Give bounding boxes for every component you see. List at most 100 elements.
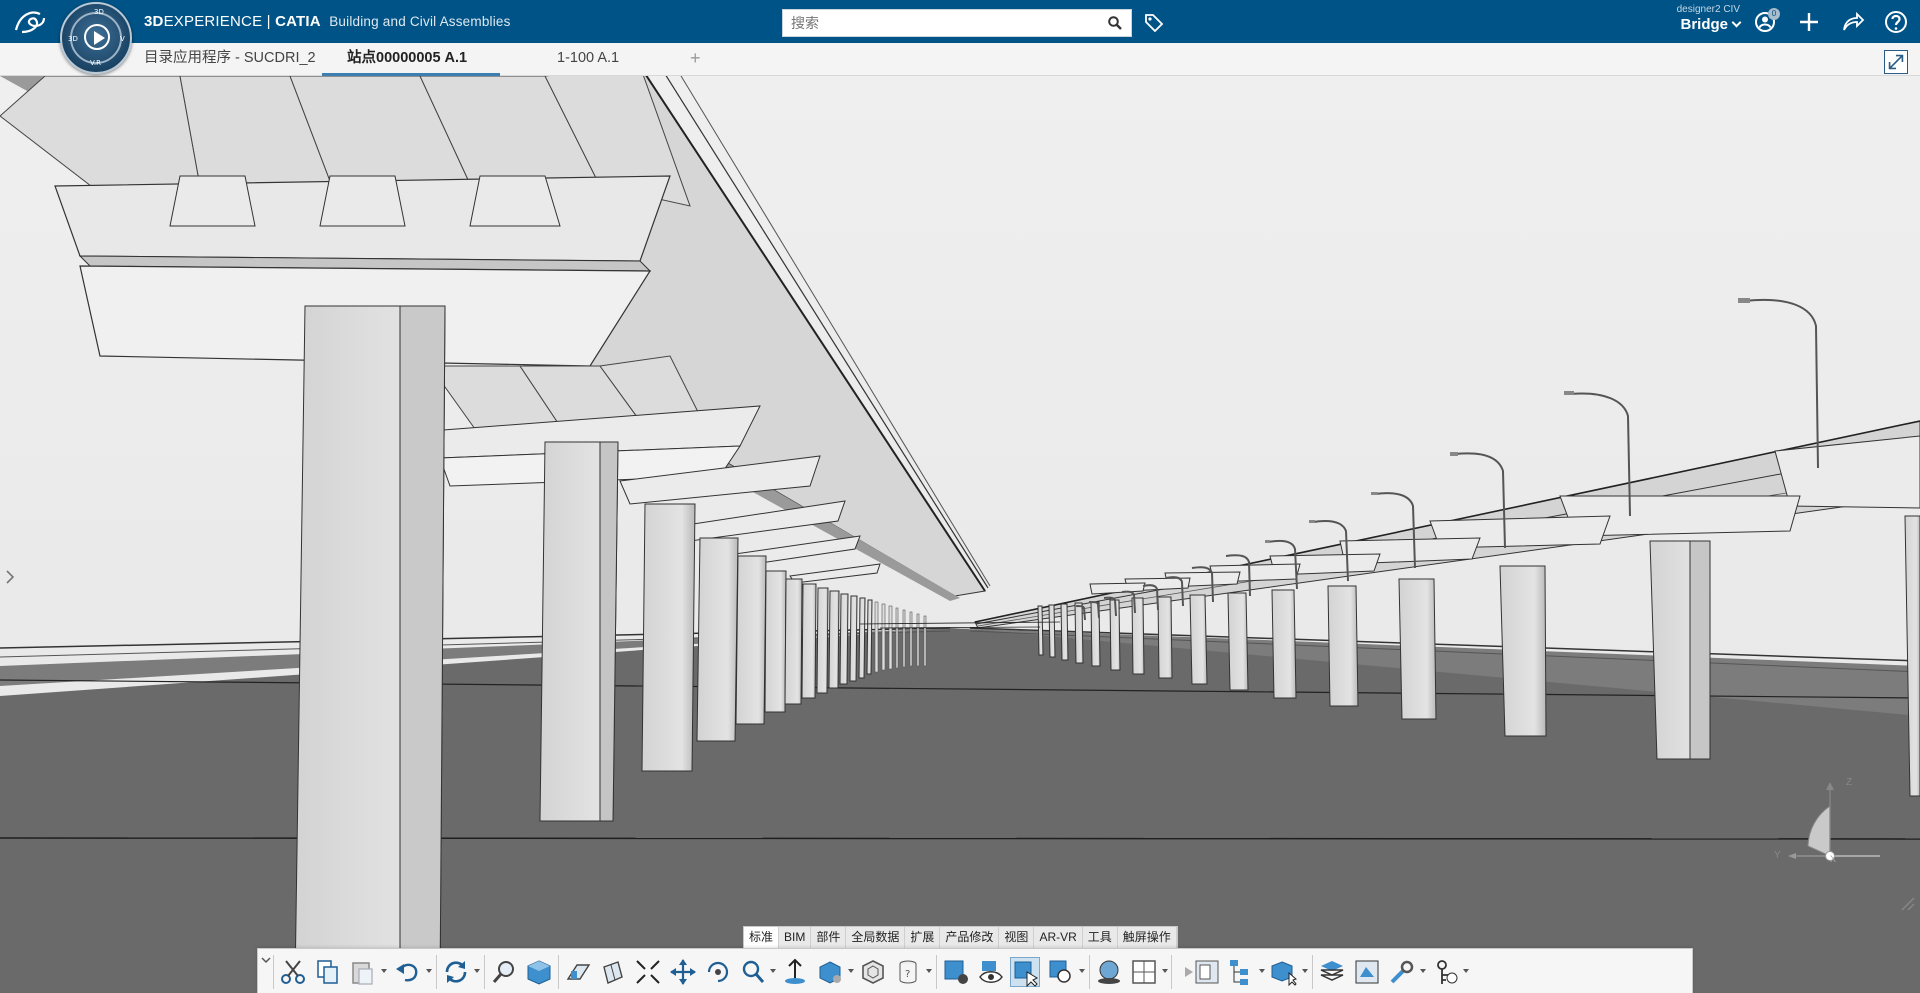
compass-left-label: 3D <box>68 35 78 43</box>
app-title: 3DEXPERIENCE | CATIA Building and Civil … <box>144 13 511 30</box>
tab-view[interactable]: 视图 <box>999 927 1035 948</box>
layers-icon[interactable] <box>1317 957 1347 987</box>
chevron-down-icon[interactable] <box>1731 17 1742 28</box>
undo-dropdown-icon[interactable] <box>426 969 432 973</box>
compass-top-label: 3D <box>94 8 104 16</box>
fullscreen-icon[interactable] <box>1884 50 1908 74</box>
measure-icon[interactable] <box>1046 957 1076 987</box>
tab-tools[interactable]: 工具 <box>1083 927 1118 948</box>
separator <box>936 955 937 989</box>
tab-1-100[interactable]: 1-100 A.1 <box>557 43 667 76</box>
collapse-toolbar-icon[interactable] <box>261 955 271 965</box>
tab-extension[interactable]: 扩展 <box>905 927 941 948</box>
separator <box>273 955 274 989</box>
hexagon-icon[interactable] <box>858 957 888 987</box>
share-icon[interactable] <box>1841 10 1865 34</box>
notification-badge: 0 <box>1768 8 1780 20</box>
options-icon[interactable] <box>1430 957 1460 987</box>
copy-icon[interactable] <box>313 957 343 987</box>
tab-bar: 目录应用程序 - SUCDRI_2 站点00000005 A.1 1-100 A… <box>0 43 1920 76</box>
brand-experience: EXPERIENCE | <box>163 13 276 30</box>
play-icon[interactable] <box>1174 957 1193 987</box>
wrench-dropdown-icon[interactable] <box>1420 969 1426 973</box>
wrench-icon[interactable] <box>1387 957 1417 987</box>
profile-icon[interactable]: 0 <box>1754 8 1780 34</box>
compass-bottom-label: V.R <box>90 59 101 67</box>
rotate-icon[interactable] <box>703 957 733 987</box>
tab-bim[interactable]: BIM <box>779 927 812 948</box>
render-icon[interactable] <box>815 957 845 987</box>
search-box <box>782 9 1132 37</box>
tab-global-data[interactable]: 全局数据 <box>846 927 906 948</box>
product-icon[interactable] <box>941 957 971 987</box>
tab-touch[interactable]: 触屏操作 <box>1118 927 1177 948</box>
separator <box>558 955 559 989</box>
resize-corner-icon[interactable] <box>1900 896 1916 912</box>
axis-x-label: X <box>1830 854 1837 864</box>
tab-ar-vr[interactable]: AR-VR <box>1034 927 1083 948</box>
view-icon[interactable] <box>1352 957 1382 987</box>
3d-box-icon[interactable] <box>524 957 554 987</box>
cylinder-help-icon[interactable]: ? <box>893 957 923 987</box>
undo-icon[interactable] <box>393 957 423 987</box>
measure-dropdown-icon[interactable] <box>1079 969 1085 973</box>
user-name: designer2 CIV <box>1676 4 1740 15</box>
cube-dropdown-icon[interactable] <box>1302 969 1308 973</box>
separator <box>1171 955 1172 989</box>
bim-icon[interactable] <box>1192 957 1222 987</box>
help-icon[interactable] <box>1884 10 1908 34</box>
dassault-logo-icon[interactable] <box>10 6 50 38</box>
separator <box>436 955 437 989</box>
zoom-fit-icon[interactable] <box>489 957 519 987</box>
options-dropdown-icon[interactable] <box>1463 969 1469 973</box>
svg-text:?: ? <box>905 969 910 980</box>
collab-space[interactable]: Bridge <box>1680 16 1728 33</box>
fly-icon[interactable] <box>780 957 810 987</box>
paste-dropdown-icon[interactable] <box>381 969 387 973</box>
brand-3d: 3D <box>144 13 164 30</box>
separator <box>484 955 485 989</box>
render-dropdown-icon[interactable] <box>848 969 854 973</box>
tab-product-modify[interactable]: 产品修改 <box>940 927 1000 948</box>
update-dropdown-icon[interactable] <box>474 969 480 973</box>
cut-icon[interactable] <box>278 957 308 987</box>
cube-select-icon[interactable] <box>1269 957 1299 987</box>
zoom-dropdown-icon[interactable] <box>770 969 776 973</box>
pan-icon[interactable] <box>668 957 698 987</box>
add-tab-button[interactable]: + <box>690 48 701 69</box>
search-zoom-icon[interactable] <box>738 957 768 987</box>
layout-dropdown-icon[interactable] <box>1162 969 1168 973</box>
3d-viewport[interactable]: Z Y X <box>0 76 1920 993</box>
top-bar: 3DEXPERIENCE | CATIA Building and Civil … <box>0 0 1920 43</box>
help-dropdown-icon[interactable] <box>926 969 932 973</box>
hide-show-icon[interactable] <box>976 957 1006 987</box>
product-name: CATIA <box>275 13 321 30</box>
search-input[interactable] <box>783 10 1083 36</box>
collapse-icon[interactable] <box>633 957 663 987</box>
section-icon[interactable] <box>563 957 593 987</box>
compass-widget[interactable]: 3D 3D V V.R <box>60 2 132 74</box>
tab-catalog-app[interactable]: 目录应用程序 - SUCDRI_2 <box>144 43 316 76</box>
compass-right-label: V <box>120 35 125 43</box>
tag-icon[interactable] <box>1143 12 1165 32</box>
user-block[interactable]: designer2 CIV Bridge <box>1640 4 1742 34</box>
tree-dropdown-icon[interactable] <box>1259 969 1265 973</box>
action-bar: ? <box>257 948 1693 993</box>
ambient-icon[interactable] <box>1094 957 1124 987</box>
layout-icon[interactable] <box>1129 957 1159 987</box>
cylinder-icon[interactable] <box>598 957 628 987</box>
select-icon[interactable] <box>1010 957 1040 988</box>
chevron-right-icon[interactable] <box>4 568 16 586</box>
search-icon[interactable] <box>1108 16 1122 30</box>
tab-site[interactable]: 站点00000005 A.1 <box>322 43 500 76</box>
tab-standard[interactable]: 标准 <box>744 927 780 948</box>
paste-icon[interactable] <box>348 957 378 987</box>
separator <box>1089 955 1090 989</box>
play-icon[interactable] <box>84 24 110 50</box>
tab-parts[interactable]: 部件 <box>811 927 847 948</box>
tree-icon[interactable] <box>1226 957 1256 987</box>
plus-icon[interactable] <box>1797 10 1821 34</box>
bridge-scene <box>0 76 1920 993</box>
update-icon[interactable] <box>441 957 471 987</box>
action-bar-tabs: 标准 BIM 部件 全局数据 扩展 产品修改 视图 AR-VR 工具 触屏操作 <box>743 926 1178 948</box>
